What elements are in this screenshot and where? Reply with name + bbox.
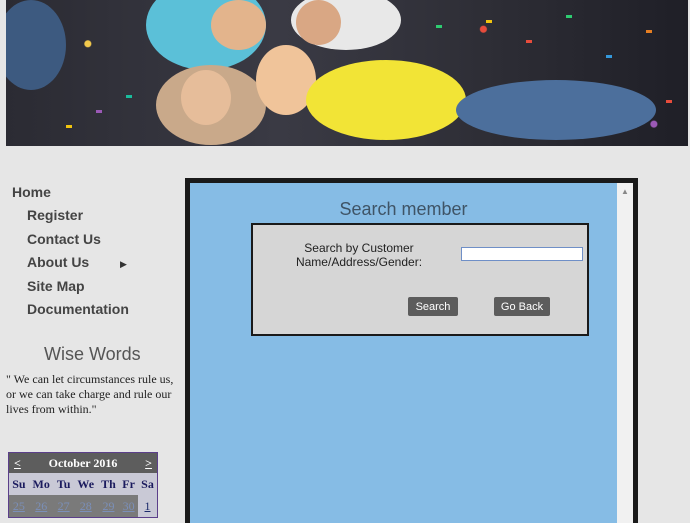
search-input[interactable]	[461, 247, 583, 261]
calendar-week-row: 25 26 27 28 29 30 1	[9, 495, 157, 517]
weekday-label: Th	[97, 473, 120, 495]
confetti	[96, 110, 102, 113]
calendar-weekday-row: Su Mo Tu We Th Fr Sa	[9, 473, 157, 495]
confetti	[646, 30, 652, 33]
nav-home[interactable]: Home	[12, 184, 51, 200]
search-button[interactable]: Search	[408, 297, 458, 316]
weekday-label: We	[73, 473, 98, 495]
confetti	[436, 25, 442, 28]
header-banner-image	[6, 0, 688, 146]
page-title: Search member	[339, 199, 468, 219]
calendar-widget: < October 2016 > Su Mo Tu We Th Fr Sa 25…	[8, 452, 158, 518]
calendar-header: < October 2016 >	[9, 453, 157, 473]
confetti	[606, 55, 612, 58]
confetti	[566, 15, 572, 18]
nav-about-us[interactable]: About Us	[27, 254, 89, 270]
confetti	[66, 125, 72, 128]
calendar-month-label: October 2016	[48, 455, 118, 470]
weekday-label: Fr	[119, 473, 139, 495]
calendar-day[interactable]: 30	[119, 495, 139, 517]
confetti	[526, 40, 532, 43]
wise-words-quote: " We can let circumstances rule us, or w…	[6, 372, 174, 416]
calendar-grid: Su Mo Tu We Th Fr Sa 25 26 27 28 29 30 1	[9, 473, 157, 517]
confetti	[486, 20, 492, 23]
banner-person-yellow-top	[306, 60, 466, 140]
calendar-day[interactable]: 26	[28, 495, 54, 517]
weekday-label: Tu	[53, 473, 74, 495]
content-area: Search member Search by Customer Name/Ad…	[190, 183, 617, 523]
banner-face	[181, 70, 231, 125]
calendar-next-button[interactable]: >	[145, 456, 152, 471]
go-back-button[interactable]: Go Back	[494, 297, 550, 316]
nav-contact-us[interactable]: Contact Us	[27, 231, 101, 247]
banner-person-jeans	[456, 80, 656, 140]
weekday-label: Mo	[28, 473, 54, 495]
calendar-day[interactable]: 28	[73, 495, 98, 517]
calendar-day[interactable]: 25	[9, 495, 29, 517]
weekday-label: Su	[9, 473, 29, 495]
confetti	[666, 100, 672, 103]
vertical-scrollbar[interactable]: ▲	[617, 183, 633, 523]
banner-person-left	[6, 0, 66, 90]
weekday-label: Sa	[138, 473, 157, 495]
search-label: Search by Customer Name/Address/Gender:	[295, 241, 423, 269]
nav-documentation[interactable]: Documentation	[27, 301, 129, 317]
calendar-day[interactable]: 29	[97, 495, 120, 517]
calendar-prev-button[interactable]: <	[14, 456, 21, 471]
calendar-day[interactable]: 1	[138, 495, 157, 517]
calendar-day[interactable]: 27	[53, 495, 74, 517]
nav-register[interactable]: Register	[27, 207, 83, 223]
search-panel: Search by Customer Name/Address/Gender: …	[251, 223, 589, 336]
confetti	[126, 95, 132, 98]
banner-face	[296, 0, 341, 45]
right-triangle-icon: ▶	[120, 259, 127, 269]
banner-face	[211, 0, 266, 50]
content-frame: Search member Search by Customer Name/Ad…	[185, 178, 638, 523]
wise-words-heading: Wise Words	[44, 344, 141, 364]
nav-site-map[interactable]: Site Map	[27, 278, 85, 294]
scroll-up-arrow-icon[interactable]: ▲	[621, 187, 629, 196]
